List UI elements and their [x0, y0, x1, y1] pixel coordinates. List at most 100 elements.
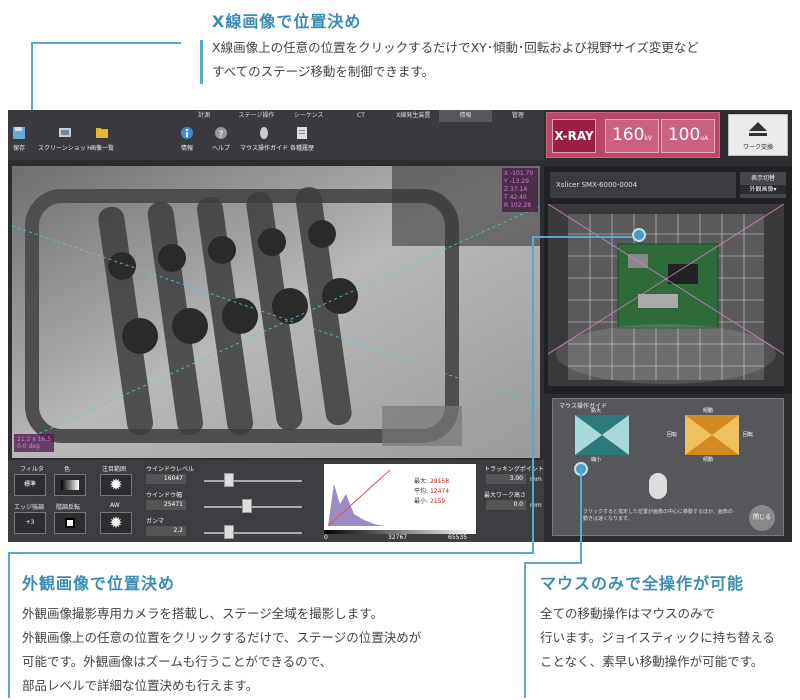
zoom-in-label: 拡大: [591, 408, 602, 414]
info-button[interactable]: 情報: [180, 126, 194, 152]
mouse-icon: [649, 473, 667, 499]
work-exchange-button[interactable]: ワーク交換: [728, 114, 788, 156]
save-label: 保存: [12, 145, 25, 152]
toolbar: 計測 ステージ操作 シーケンス CT X線発生装置 情報 管理 保存 スクリーン…: [8, 110, 544, 160]
screenshot-button[interactable]: スクリーンショット: [38, 126, 92, 152]
kv-unit: kV: [644, 135, 653, 142]
gamma-slider[interactable]: [204, 532, 302, 534]
window-level-thumb[interactable]: [224, 473, 234, 487]
appearance-callout-dot: [632, 228, 646, 242]
window-width-label: ウインドウ幅: [146, 492, 183, 499]
hist-axis-mid: 32767: [388, 534, 408, 541]
tab-xray-gen[interactable]: X線発生装置: [387, 110, 439, 122]
history-label: 各種履歴: [290, 145, 315, 152]
tilt-down-label: 傾動: [703, 457, 714, 463]
window-level-value[interactable]: 16047: [146, 474, 186, 484]
appearance-callout-line-2: 外観画像上の任意の位置をクリックするだけで、ステージの位置決めが: [22, 630, 422, 645]
zoom-out-label: 縮小: [591, 457, 602, 463]
gamma-value[interactable]: 2.2: [146, 526, 186, 536]
display-mode-select[interactable]: 外観画像▾: [740, 185, 786, 194]
edge-label: エッジ強調: [14, 504, 45, 511]
info-label: 情報: [180, 145, 193, 152]
zoom-guide: [575, 415, 629, 455]
invert-button[interactable]: [54, 512, 86, 534]
tab-sequence[interactable]: シーケンス: [283, 110, 335, 122]
max-height-label: 最大ワーク高さ: [484, 492, 527, 499]
image-list-label: 画像一覧: [90, 145, 115, 152]
fov-size: 21.2 x 16.5: [17, 436, 52, 443]
window-width-value[interactable]: 25471: [146, 500, 186, 510]
xray-callout-text-2: すべてのステージ移動を制御できます。: [212, 64, 435, 79]
aw-label: AW: [110, 502, 120, 509]
xray-image-viewer[interactable]: X -101.70 Y -13.29 Z 37.14 T 42.40 R 102…: [12, 166, 540, 458]
appearance-panel: Xslicer SMX-6000-0004 表示切替 外観画像▾: [544, 166, 792, 394]
gamma-thumb[interactable]: [224, 525, 234, 539]
window-level-label: ウインドウレベル: [146, 466, 195, 473]
mouse-callout-line-3: ことなく、素早い移動操作が可能です。: [540, 654, 764, 669]
appearance-callout-line-bottom: [8, 552, 534, 554]
history-button[interactable]: 各種履歴: [290, 126, 314, 152]
tab-stage[interactable]: ステージ操作: [230, 110, 282, 122]
coord-y: Y -13.29: [504, 178, 529, 185]
appearance-image[interactable]: [548, 204, 784, 386]
mouse-callout-line-2: 行います。ジョイスティックに持ち替える: [540, 630, 775, 645]
coord-x: X -101.70: [504, 170, 534, 177]
mouse-callout-line-h: [524, 562, 582, 564]
model-name: Xslicer SMX-6000-0004: [550, 172, 736, 198]
ua-display[interactable]: 100uA: [661, 119, 715, 153]
hist-avg: 平均: 12474: [414, 488, 450, 495]
edge-select[interactable]: +3: [14, 512, 46, 534]
mouse-icon: [257, 126, 271, 140]
hist-axis-min: 0: [324, 534, 328, 541]
appearance-callout-bar: [8, 552, 10, 698]
save-button[interactable]: 保存: [12, 126, 26, 152]
appearance-callout-line-1: 外観画像撮影専用カメラを搭載し、ステージ全域を撮影します。: [22, 606, 384, 621]
filter-label: フィルタ: [20, 466, 44, 473]
xray-button[interactable]: X-RAY: [552, 119, 596, 153]
hist-axis-max: 65535: [448, 534, 468, 541]
tab-info[interactable]: 情報: [439, 110, 492, 122]
save-icon: [12, 126, 26, 140]
mouse-guide-label: マウス操作ガイド: [240, 145, 289, 152]
appearance-callout-line: [532, 236, 534, 552]
folder-icon: [95, 126, 109, 140]
svg-text:?: ?: [219, 130, 224, 140]
max-height-value[interactable]: 0.0: [486, 500, 526, 510]
range-label: 注目範囲: [102, 466, 127, 473]
window-level-slider[interactable]: [204, 480, 302, 482]
tilt-up-label: 傾動: [703, 408, 714, 414]
ua-value: 100: [667, 125, 701, 145]
help-button[interactable]: ? ヘルプ: [212, 126, 230, 152]
history-icon: [295, 126, 309, 140]
tab-admin[interactable]: 管理: [492, 110, 544, 122]
window-width-thumb[interactable]: [242, 499, 252, 513]
tracking-value[interactable]: 3.00: [486, 474, 526, 484]
tracking-label: トラッキングポイント: [484, 466, 544, 473]
app-window: 計測 ステージ操作 シーケンス CT X線発生装置 情報 管理 保存 スクリーン…: [8, 110, 792, 542]
histogram[interactable]: 最大: 29158 平均: 12474 最小: 2159: [324, 464, 476, 530]
aw-button[interactable]: ✹: [100, 512, 132, 534]
coord-t: T 42.40: [504, 194, 527, 201]
kv-display[interactable]: 160kV: [605, 119, 659, 153]
image-list-button[interactable]: 画像一覧: [90, 126, 114, 152]
tab-ct[interactable]: CT: [335, 110, 387, 122]
screenshot-icon: [58, 126, 72, 140]
eject-icon: [748, 121, 768, 139]
mouse-guide-button[interactable]: マウス操作ガイド: [240, 126, 288, 152]
window-width-slider[interactable]: [204, 506, 302, 508]
range-button[interactable]: ✹: [100, 474, 132, 496]
mouse-callout-line-1: 全ての移動操作はマウスのみで: [540, 606, 716, 621]
display-switch-button[interactable]: 表示切替 外観画像▾: [740, 172, 786, 198]
mouse-callout-title: マウスのみで全操作が可能: [540, 574, 745, 593]
filter-select[interactable]: 標準: [14, 474, 46, 496]
color-select[interactable]: [54, 474, 86, 496]
rotate-right-label: 回転: [743, 432, 754, 438]
help-label: ヘルプ: [212, 145, 231, 152]
mouse-guide-note: クリックすると指定した位置が画像の中心に移動するほか、画像の動きは速くなります。: [583, 509, 733, 522]
tab-measure[interactable]: 計測: [178, 110, 230, 122]
appearance-callout-title: 外観画像で位置決め: [22, 574, 176, 593]
work-exchange-label: ワーク交換: [742, 144, 773, 151]
mouse-callout-bar: [524, 562, 526, 698]
coord-r: R 102.28: [504, 202, 532, 209]
close-guide-button[interactable]: 閉じる: [749, 505, 775, 531]
